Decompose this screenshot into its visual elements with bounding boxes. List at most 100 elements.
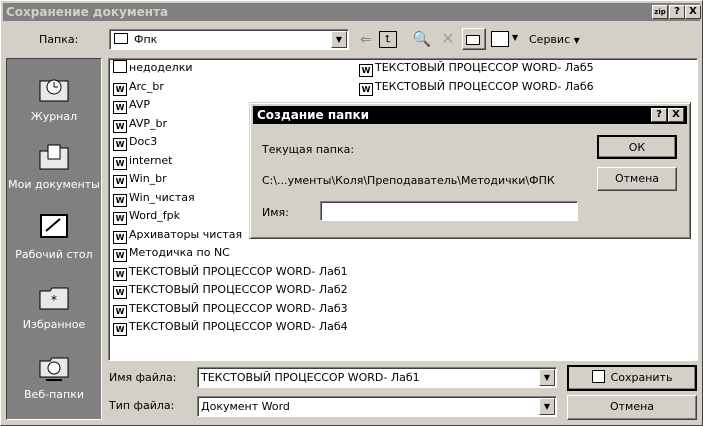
word-document-icon: W	[113, 323, 127, 336]
list-item-label: Методичка по NC	[129, 246, 230, 259]
delete-icon[interactable]: ✕	[438, 29, 458, 49]
list-item[interactable]: недоделки	[113, 60, 193, 76]
list-item-label: AVP_br	[129, 116, 167, 130]
folder-select[interactable]: Фпк ▼	[109, 29, 349, 50]
word-document-icon: W	[113, 267, 127, 281]
list-item[interactable]: W ТЕКСТОВЫЙ ПРОЦЕССОР WORD- Лаб6	[359, 79, 594, 96]
list-item[interactable]: W AVP_br	[113, 116, 167, 133]
place-history[interactable]: Журнал	[7, 73, 101, 123]
window-title: Сохранение документа	[6, 5, 169, 19]
filename-input-value: ТЕКСТОВЫЙ ПРОЦЕССОР WORD- Лаб1	[201, 371, 420, 384]
place-favorites[interactable]: * Избранное	[7, 281, 101, 331]
cancel-button[interactable]: Отмена	[567, 395, 697, 420]
word-document-icon: W	[113, 119, 127, 133]
place-desktop-label: Рабочий стол	[15, 248, 93, 261]
list-item-label: internet	[129, 153, 173, 167]
word-document-icon: W	[113, 249, 127, 262]
places-bar: Журнал Мои документы Рабочий стол * Избр…	[6, 58, 102, 420]
history-icon	[39, 79, 69, 102]
dialog-cancel-button[interactable]: Отмена	[597, 167, 677, 191]
list-item[interactable]: W ТЕКСТОВЫЙ ПРОЦЕССОР WORD- Лаб5	[359, 60, 594, 77]
dialog-close-button[interactable]: X	[668, 108, 684, 122]
place-my-documents[interactable]: Мои документы	[7, 141, 101, 191]
save-disk-icon	[591, 370, 605, 383]
folder-icon	[113, 60, 127, 73]
filename-chevron-down-icon[interactable]: ▼	[539, 369, 555, 386]
list-item[interactable]: W Архиваторы чистая	[113, 227, 242, 244]
list-item-label: ТЕКСТОВЫЙ ПРОЦЕССОР WORD- Лаб1	[129, 264, 348, 278]
list-item[interactable]: W Word_fpk	[113, 208, 180, 225]
dialog-ok-label: ОК	[628, 141, 646, 154]
list-item[interactable]: W Win_чистая	[113, 190, 195, 207]
list-item[interactable]: W ТЕКСТОВЫЙ ПРОЦЕССОР WORD- Лаб2	[113, 282, 348, 299]
list-item-label: ТЕКСТОВЫЙ ПРОЦЕССОР WORD- Лаб2	[129, 283, 348, 296]
word-document-icon: W	[113, 82, 127, 96]
service-dropdown-icon: ▼	[573, 36, 580, 45]
window-title-bar: Сохранение документа	[3, 3, 700, 21]
word-document-icon: W	[113, 175, 127, 188]
filetype-select-value: Документ Word	[201, 400, 290, 413]
word-document-icon: W	[359, 64, 373, 77]
folder-select-value: Фпк	[134, 33, 158, 46]
word-document-icon: W	[113, 286, 127, 299]
help-button[interactable]: ?	[669, 5, 685, 19]
close-button[interactable]: X	[685, 5, 701, 19]
new-folder-icon	[466, 35, 480, 45]
folder-name-input[interactable]	[320, 201, 578, 221]
my-documents-icon	[39, 144, 69, 170]
service-menu-label: Сервис	[529, 33, 571, 46]
save-document-window: Сохранение документа zip ? X Папка: Фпк …	[0, 0, 703, 426]
list-item-label: недоделки	[129, 61, 193, 74]
filename-label: Имя файла:	[109, 371, 177, 384]
zip-button[interactable]: zip	[652, 5, 668, 19]
list-item[interactable]: W AVP	[113, 97, 150, 114]
current-folder-path: C:\...ументы\Коля\Преподаватель\Методичк…	[262, 174, 555, 187]
views-dropdown-icon[interactable]: ▼	[512, 33, 518, 42]
filename-input[interactable]: ТЕКСТОВЫЙ ПРОЦЕССОР WORD- Лаб1 ▼	[197, 367, 557, 388]
up-folder-icon[interactable]: ⮤	[379, 31, 397, 48]
word-document-icon: W	[113, 212, 127, 225]
place-desktop[interactable]: Рабочий стол	[7, 211, 101, 261]
list-item-label: ТЕКСТОВЫЙ ПРОЦЕССОР WORD- Лаб3	[129, 301, 348, 315]
list-item-label: Arc_br	[129, 79, 164, 93]
place-web-folders[interactable]: Веб-папки	[7, 351, 101, 401]
list-item[interactable]: W ТЕКСТОВЫЙ ПРОЦЕССОР WORD- Лаб1	[113, 264, 348, 281]
dialog-title-bar: Создание папки	[253, 106, 687, 124]
back-arrow-icon[interactable]: ⇐	[357, 31, 375, 49]
word-document-icon: W	[113, 230, 127, 244]
word-document-icon: W	[359, 82, 373, 96]
desktop-icon	[40, 214, 68, 238]
dialog-cancel-label: Отмена	[614, 172, 660, 185]
cancel-button-label: Отмена	[609, 400, 655, 413]
search-web-icon[interactable]: 🔍	[412, 29, 432, 49]
chevron-down-icon[interactable]: ▼	[331, 31, 347, 48]
list-item[interactable]: W ТЕКСТОВЫЙ ПРОЦЕССОР WORD- Лаб4	[113, 319, 348, 336]
list-item-label: ТЕКСТОВЫЙ ПРОЦЕССОР WORD- Лаб6	[375, 79, 594, 93]
list-item[interactable]: W Doc3	[113, 134, 158, 151]
filetype-select[interactable]: Документ Word ▼	[197, 396, 557, 417]
folder-icon	[114, 33, 128, 44]
svg-text:*: *	[51, 293, 57, 307]
current-folder-label: Текущая папка:	[262, 143, 355, 156]
place-web-folders-label: Веб-папки	[24, 388, 84, 401]
save-button[interactable]: Сохранить	[567, 365, 697, 391]
list-item-label: Doc3	[129, 135, 158, 148]
service-menu[interactable]: Сервис ▼	[529, 33, 580, 46]
list-item[interactable]: W ТЕКСТОВЫЙ ПРОЦЕССОР WORD- Лаб3	[113, 301, 348, 318]
create-folder-dialog: Создание папки ? X Текущая папка: C:\...…	[249, 102, 691, 239]
dialog-help-button[interactable]: ?	[651, 108, 667, 122]
views-icon[interactable]	[491, 31, 509, 47]
new-folder-button[interactable]	[462, 28, 486, 50]
word-document-icon: W	[113, 101, 127, 114]
filetype-label: Тип файла:	[109, 399, 175, 412]
save-button-label: Сохранить	[610, 371, 673, 384]
list-item[interactable]: W Win_br	[113, 171, 167, 188]
dialog-title: Создание папки	[257, 108, 370, 122]
word-document-icon: W	[113, 304, 127, 318]
list-item[interactable]: W Arc_br	[113, 79, 164, 96]
filetype-chevron-down-icon[interactable]: ▼	[539, 398, 555, 415]
list-item[interactable]: W Методичка по NC	[113, 245, 230, 262]
dialog-ok-button[interactable]: ОК	[597, 135, 677, 159]
word-document-icon: W	[113, 138, 127, 151]
list-item[interactable]: Winternet	[113, 153, 173, 170]
